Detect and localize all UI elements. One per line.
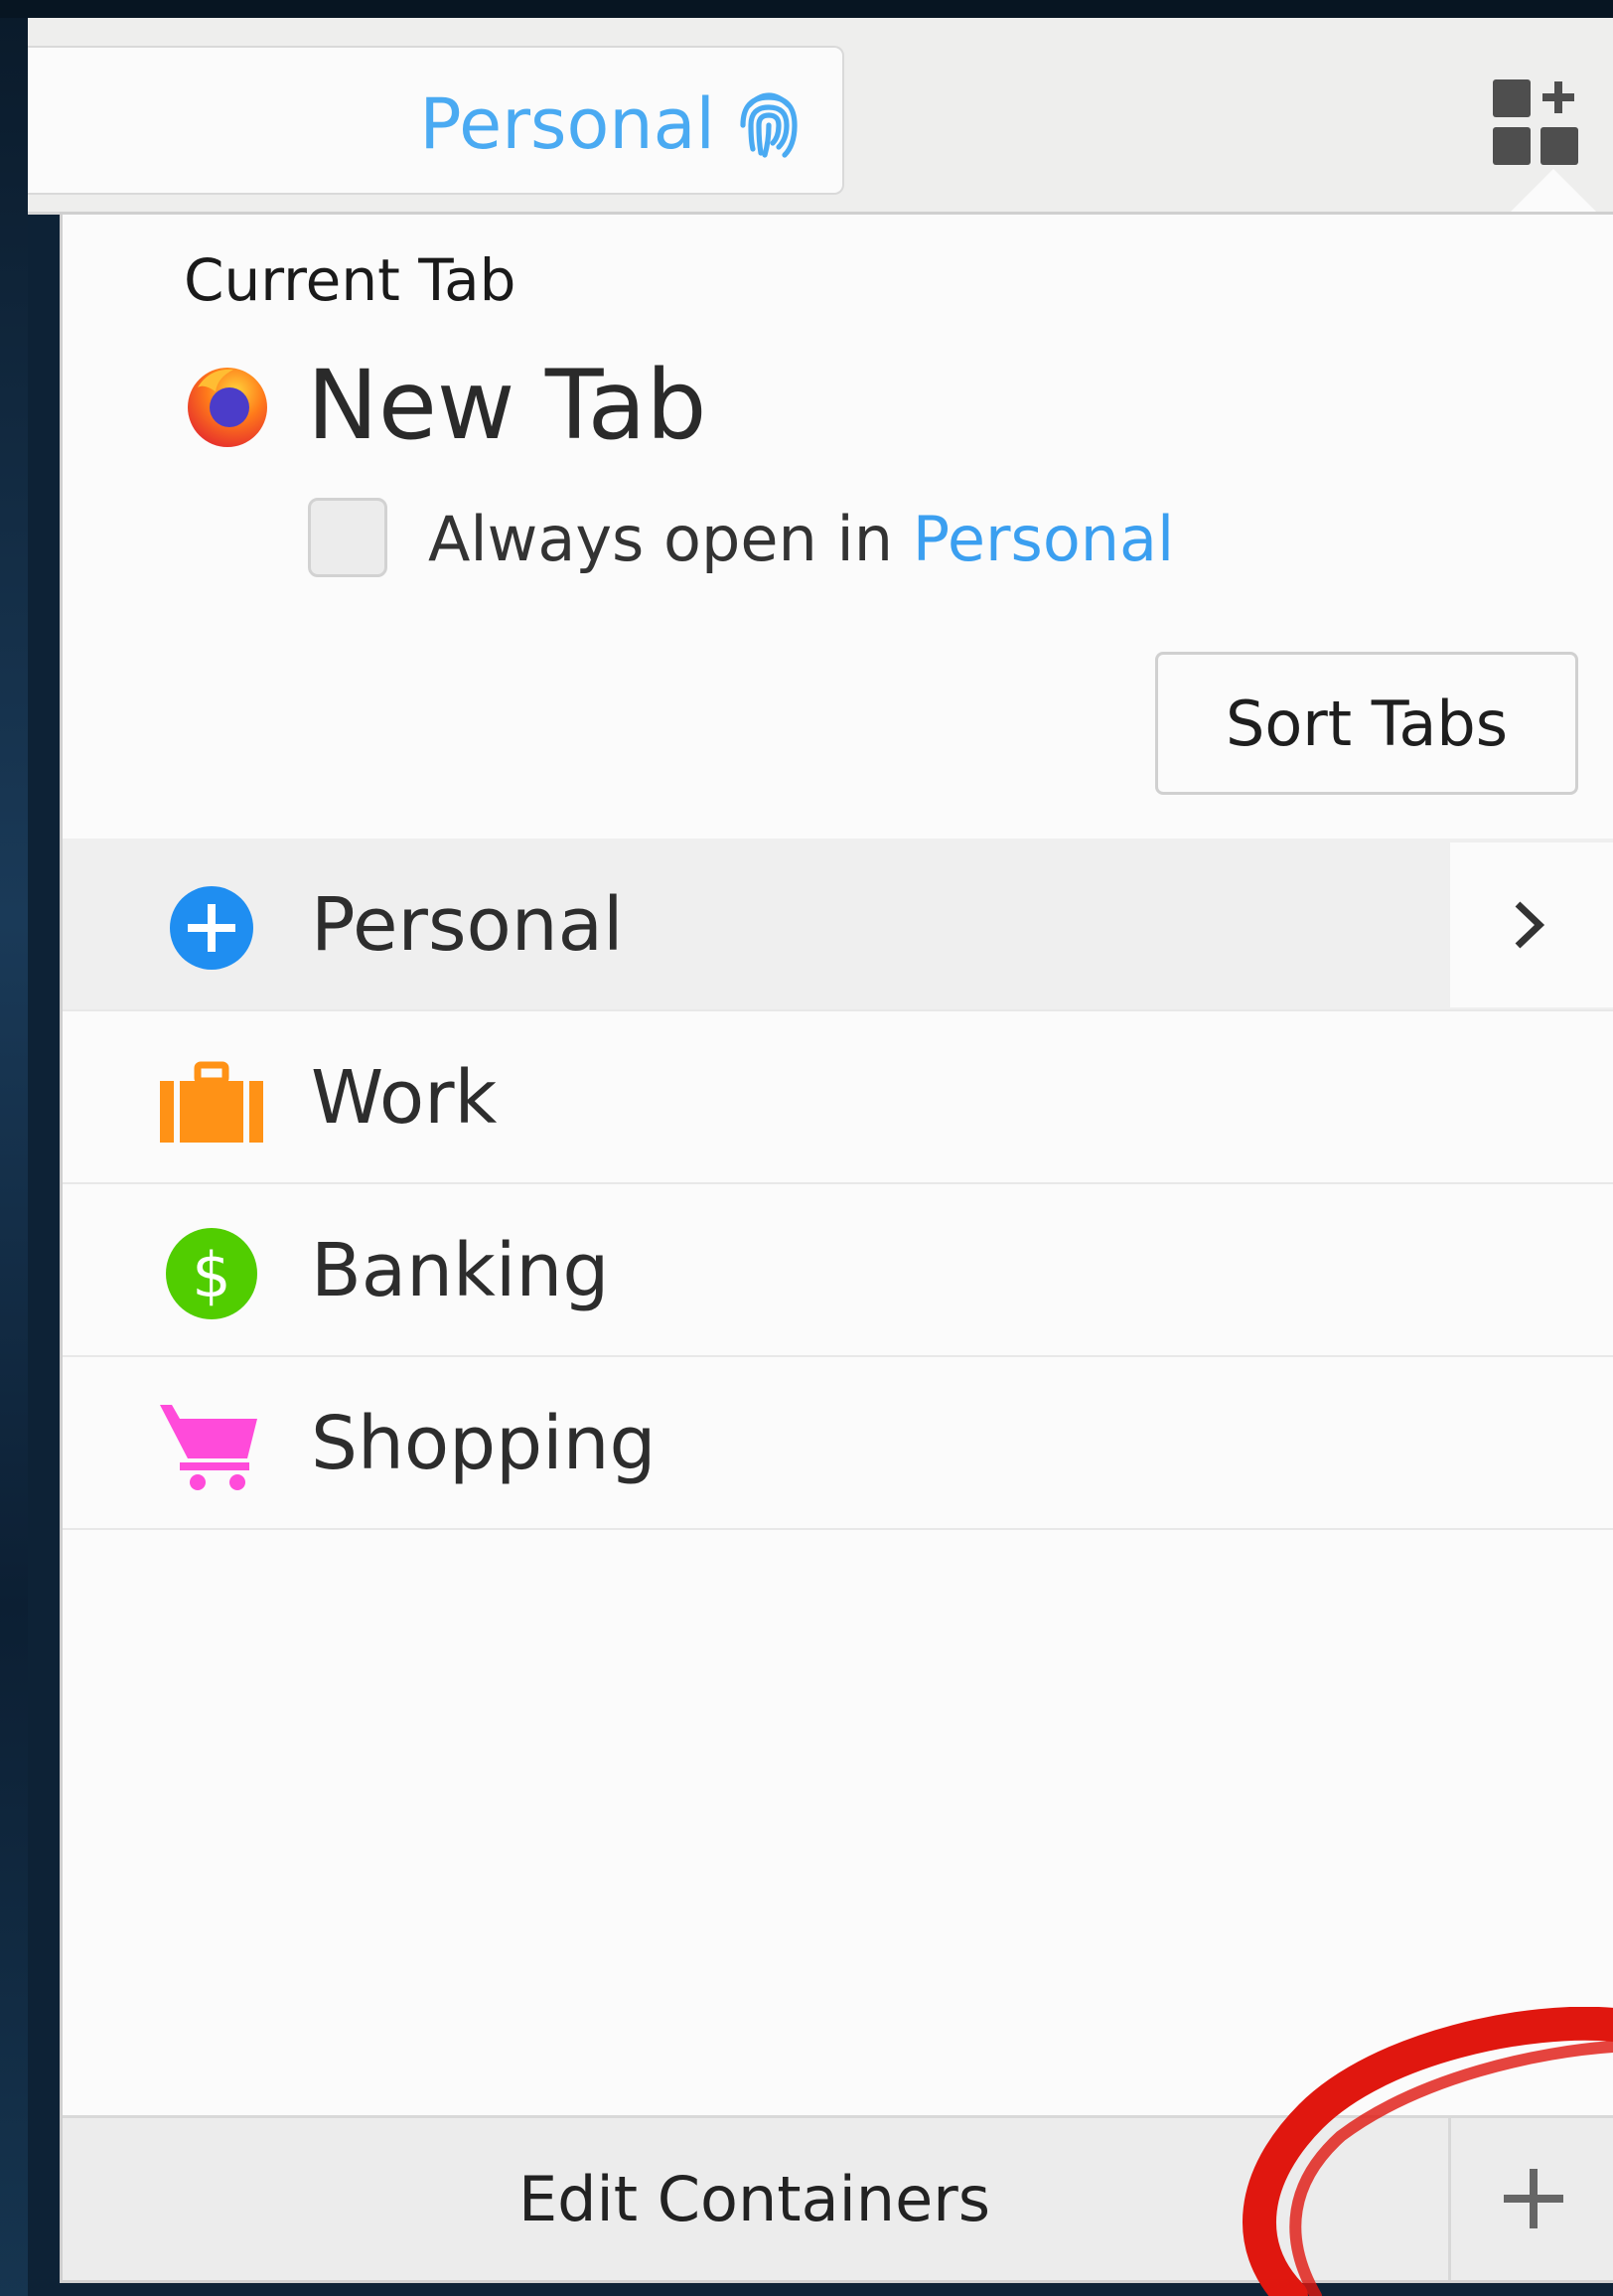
sort-tabs-button[interactable]: Sort Tabs [1155,652,1578,795]
containers-panel: Current Tab New Tab Always open in Perso… [60,212,1613,2283]
always-open-container: Personal [912,503,1175,575]
container-item-work[interactable]: Work [63,1011,1613,1184]
browser-toolbar: Personal [28,18,1613,215]
desktop-background [0,0,28,2296]
container-label-personal: Personal [311,882,624,968]
current-tab-title: New Tab [307,350,707,461]
container-label-work: Work [311,1055,498,1141]
container-label-shopping: Shopping [311,1401,657,1486]
container-list: Personal Work $ Banking Shopping [63,839,1613,1530]
firefox-icon [188,368,267,447]
highlight-circle-annotation [1243,2007,1613,2296]
svg-text:$: $ [192,1239,230,1311]
containers-toolbar-icon[interactable] [1493,79,1582,167]
briefcase-icon [160,1061,263,1143]
always-open-prefix: Always open in [428,503,913,575]
container-item-shopping[interactable]: Shopping [63,1357,1613,1530]
container-label-banking: Banking [311,1228,610,1313]
container-item-banking[interactable]: $ Banking [63,1184,1613,1357]
panel-arrow [1508,169,1599,215]
cart-icon [160,1405,257,1490]
current-tab-heading: Current Tab [184,246,516,314]
container-indicator[interactable]: Personal [28,46,844,195]
always-open-checkbox[interactable] [308,498,387,577]
fingerprint-icon [740,92,798,158]
container-indicator-label: Personal [419,83,715,165]
container-item-personal[interactable]: Personal [63,839,1613,1011]
always-open-label[interactable]: Always open in Personal [428,503,1174,575]
container-personal-open-button[interactable] [1450,842,1613,1007]
chevron-right-icon [1515,901,1545,949]
dollar-icon: $ [166,1228,257,1319]
plus-circle-icon [170,886,253,970]
window-top-edge [0,0,1613,18]
